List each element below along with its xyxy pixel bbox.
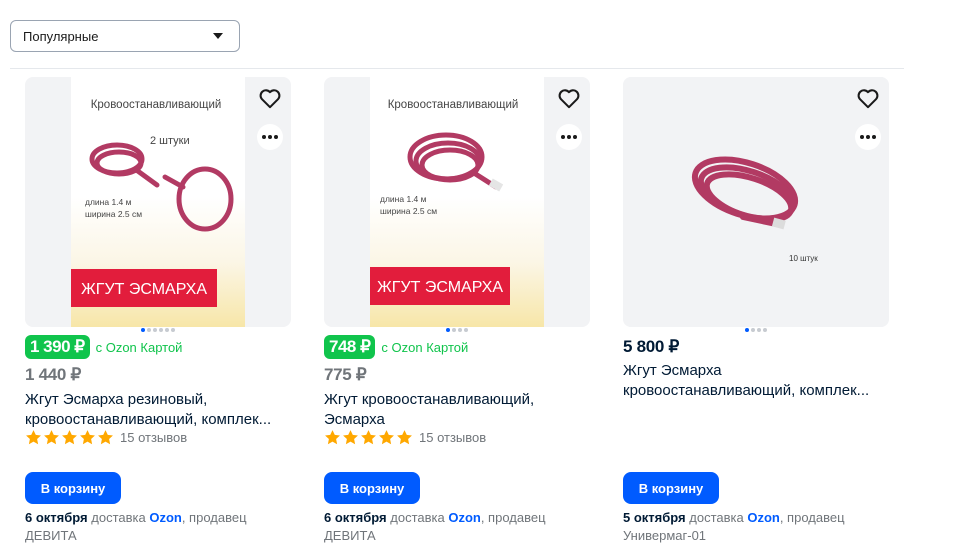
seller-name[interactable]: ДЕВИТА (324, 528, 376, 543)
delivery-brand: Ozon (448, 510, 481, 525)
ozon-card-price: 1 390 ₽ (25, 335, 90, 359)
ozon-card-label: с Ozon Картой (381, 339, 469, 355)
product-image[interactable]: 10 штук (623, 77, 889, 327)
product-photo: Кровоостанавливающий длина 1.4 м ширина … (370, 77, 544, 327)
rating[interactable]: 15 отзывов (25, 429, 187, 446)
star-icon (325, 430, 340, 445)
delivery-info: 5 октября доставка Ozon, продавец Универ… (623, 509, 889, 545)
more-options-icon[interactable] (556, 124, 582, 150)
product-photo: Кровоостанавливающий 2 штуки длина 1.4 м… (71, 77, 245, 327)
product-card[interactable]: Кровоостанавливающий длина 1.4 м ширина … (324, 77, 592, 551)
reviews-count[interactable]: 15 отзывов (419, 430, 486, 445)
star-icon (98, 430, 113, 445)
rating[interactable]: 15 отзывов (324, 429, 486, 446)
delivery-text: доставка (87, 510, 150, 525)
chevron-down-icon (213, 33, 223, 39)
ozon-card-price: 748 ₽ (324, 335, 376, 359)
more-options-icon[interactable] (257, 124, 283, 150)
delivery-text: доставка (386, 510, 449, 525)
product-photo: 10 штук (623, 77, 889, 327)
delivery-date: 6 октября (324, 510, 387, 525)
seller-label: , продавец (779, 510, 845, 525)
delivery-brand: Ozon (747, 510, 780, 525)
sort-select-value: Популярные (23, 28, 99, 44)
image-spec-length: длина 1.4 м (85, 197, 132, 207)
seller-label: , продавец (480, 510, 546, 525)
reviews-count[interactable]: 15 отзывов (120, 430, 187, 445)
seller-name[interactable]: Универмаг-01 (623, 528, 706, 543)
delivery-info: 6 октября доставка Ozon, продавец ДЕВИТА (324, 509, 590, 545)
heart-icon[interactable] (257, 85, 283, 111)
regular-price: 775 ₽ (324, 365, 367, 384)
product-image[interactable]: Кровоостанавливающий 2 штуки длина 1.4 м… (25, 77, 291, 327)
seller-name[interactable]: ДЕВИТА (25, 528, 77, 543)
product-title[interactable]: Жгут Эсмарха резиновый, кровоостанавлива… (25, 390, 291, 430)
divider (10, 68, 904, 69)
delivery-info: 6 октября доставка Ozon, продавец ДЕВИТА (25, 509, 291, 545)
more-options-icon[interactable] (855, 124, 881, 150)
heart-icon[interactable] (855, 85, 881, 111)
image-spec-width: ширина 2.5 см (380, 206, 437, 216)
image-caption: Кровоостанавливающий (388, 99, 519, 111)
star-icon (343, 430, 358, 445)
price: 5 800 ₽ (623, 337, 679, 356)
seller-label: , продавец (181, 510, 247, 525)
product-title[interactable]: Жгут Эсмарха кровоостанавливающий, компл… (623, 361, 889, 401)
regular-price: 1 440 ₽ (25, 365, 81, 384)
image-spec-length: длина 1.4 м (380, 194, 427, 204)
product-title[interactable]: Жгут кровоостанавливающий, Эсмарха (324, 390, 590, 430)
image-banner: ЖГУТ ЭСМАРХА (81, 281, 207, 298)
add-to-cart-button[interactable]: В корзину (324, 472, 420, 504)
heart-icon[interactable] (556, 85, 582, 111)
image-caption: Кровоостанавливающий (91, 99, 222, 111)
add-to-cart-button[interactable]: В корзину (623, 472, 719, 504)
sort-select[interactable]: Популярные (10, 20, 240, 52)
add-to-cart-button[interactable]: В корзину (25, 472, 121, 504)
image-count: 10 штук (789, 254, 818, 263)
product-image[interactable]: Кровоостанавливающий длина 1.4 м ширина … (324, 77, 590, 327)
ozon-card-label: с Ozon Картой (95, 339, 183, 355)
star-icon (80, 430, 95, 445)
delivery-brand: Ozon (149, 510, 182, 525)
delivery-text: доставка (685, 510, 748, 525)
image-banner: ЖГУТ ЭСМАРХА (377, 279, 503, 296)
star-icon (361, 430, 376, 445)
star-icon (62, 430, 77, 445)
delivery-date: 6 октября (25, 510, 88, 525)
star-icon (379, 430, 394, 445)
product-card[interactable]: 10 штук 5 800 ₽ Жгут Эсмарха кровоостана… (623, 77, 891, 551)
star-icon (44, 430, 59, 445)
image-count: 2 штуки (150, 135, 190, 147)
product-card[interactable]: Кровоостанавливающий 2 штуки длина 1.4 м… (25, 77, 293, 551)
star-icon (397, 430, 412, 445)
image-spec-width: ширина 2.5 см (85, 209, 142, 219)
star-icon (26, 430, 41, 445)
delivery-date: 5 октября (623, 510, 686, 525)
